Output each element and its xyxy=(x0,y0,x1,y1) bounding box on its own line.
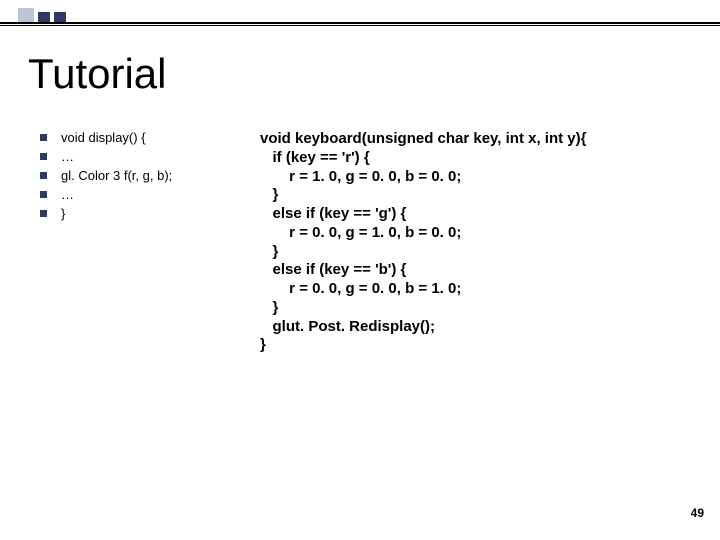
code-line: r = 0. 0, g = 1. 0, b = 0. 0; xyxy=(260,224,700,243)
decorative-top-bar xyxy=(0,0,720,26)
list-item-text: } xyxy=(61,206,65,221)
list-item-text: void display() { xyxy=(61,130,146,145)
divider xyxy=(0,25,720,26)
code-line: void keyboard(unsigned char key, int x, … xyxy=(260,130,700,149)
code-line: glut. Post. Redisplay(); xyxy=(260,318,700,337)
code-line: } xyxy=(260,186,700,205)
list-item: void display() { xyxy=(40,130,260,145)
list-item: gl. Color 3 f(r, g, b); xyxy=(40,168,260,183)
right-code-block: void keyboard(unsigned char key, int x, … xyxy=(260,130,700,355)
bullet-icon xyxy=(40,210,47,217)
code-line: r = 0. 0, g = 0. 0, b = 1. 0; xyxy=(260,280,700,299)
slide-title: Tutorial xyxy=(28,50,167,98)
divider xyxy=(0,22,720,24)
code-line: else if (key == 'g') { xyxy=(260,205,700,224)
bullet-icon xyxy=(40,134,47,141)
slide-body: void display() { … gl. Color 3 f(r, g, b… xyxy=(40,130,700,355)
code-line: } xyxy=(260,336,700,355)
bullet-icon xyxy=(40,191,47,198)
slide: Tutorial void display() { … gl. Color 3 … xyxy=(0,0,720,540)
list-item: } xyxy=(40,206,260,221)
list-item-text: … xyxy=(61,149,74,164)
list-item-text: gl. Color 3 f(r, g, b); xyxy=(61,168,172,183)
code-line: } xyxy=(260,243,700,262)
list-item: … xyxy=(40,187,260,202)
code-line: if (key == 'r') { xyxy=(260,149,700,168)
code-line: } xyxy=(260,299,700,318)
left-column: void display() { … gl. Color 3 f(r, g, b… xyxy=(40,130,260,225)
code-line: else if (key == 'b') { xyxy=(260,261,700,280)
bullet-icon xyxy=(40,172,47,179)
page-number: 49 xyxy=(691,506,704,520)
bullet-icon xyxy=(40,153,47,160)
list-item: … xyxy=(40,149,260,164)
code-line: r = 1. 0, g = 0. 0, b = 0. 0; xyxy=(260,168,700,187)
list-item-text: … xyxy=(61,187,74,202)
